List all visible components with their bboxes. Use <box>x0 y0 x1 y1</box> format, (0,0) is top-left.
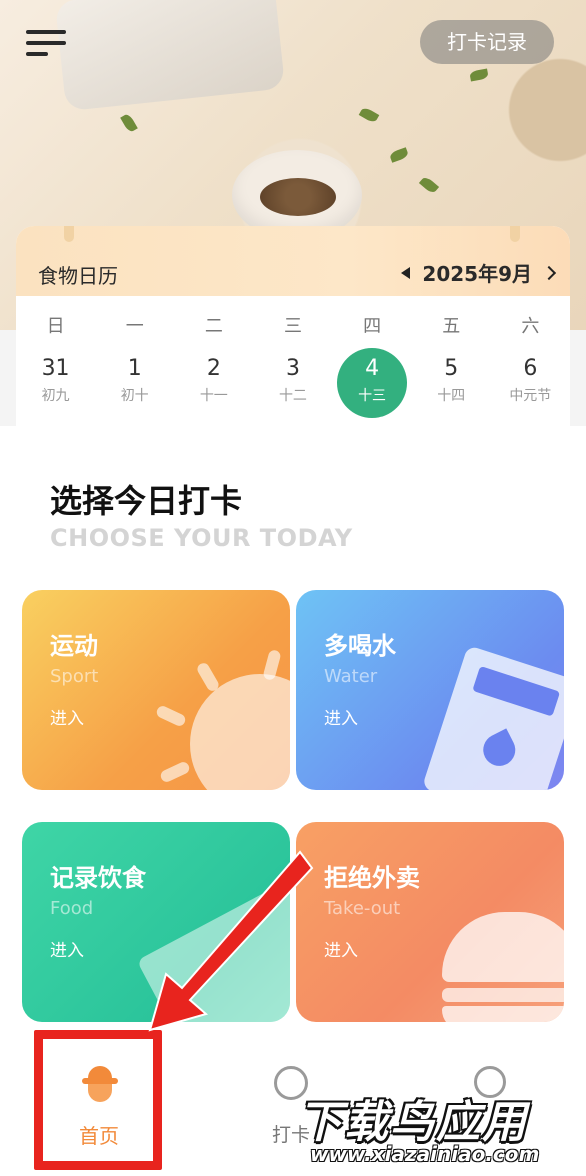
burger-bun-icon <box>442 1006 564 1022</box>
lunar-date: 初十 <box>120 388 149 404</box>
calendar-day[interactable]: 31 初九 <box>16 342 95 418</box>
calendar-day-selected[interactable]: 4 十三 <box>333 342 412 418</box>
choose-today-section: 选择今日打卡 CHOOSE YOUR TODAY 运动 Sport 进入 多喝水… <box>0 426 586 1046</box>
lunar-date: 中元节 <box>509 388 552 404</box>
lunar-date: 十三 <box>358 388 387 404</box>
calendar-title: 食物日历 <box>38 264 118 288</box>
tile-subtitle: Water <box>324 666 378 687</box>
current-month: 2025年9月 <box>422 262 532 286</box>
calendar-pin-icon <box>510 226 520 242</box>
water-drop-icon <box>477 728 521 772</box>
tile-subtitle: Food <box>50 898 94 919</box>
enter-link[interactable]: 进入 <box>324 936 358 961</box>
food-tile[interactable]: 记录饮食 Food 进入 <box>22 822 290 1022</box>
cloth-decoration <box>54 0 286 112</box>
lunar-date: 十二 <box>278 388 307 404</box>
herb-leaf-icon <box>358 106 380 124</box>
weekday-label: 二 <box>204 316 223 337</box>
sun-ray-icon <box>195 661 221 693</box>
burger-icon <box>442 912 564 982</box>
tile-title: 记录饮食 <box>50 864 146 892</box>
lunar-date: 十四 <box>437 388 466 404</box>
section-title: 选择今日打卡 <box>50 482 243 520</box>
day-row: 31 初九 1 初十 2 十一 3 十二 4 十三 5 十四 6 中元节 <box>16 342 570 418</box>
menu-icon[interactable] <box>26 30 68 56</box>
calendar-day[interactable]: 1 初十 <box>95 342 174 418</box>
watermark-url: www.xiazainiao.com <box>310 1142 540 1166</box>
watermark: 下载鸟应用 www.xiazainiao.com <box>290 1080 580 1172</box>
seeds-decoration <box>260 178 336 216</box>
calendar-header: 食物日历 2025年9月 <box>16 226 570 296</box>
tile-title: 多喝水 <box>324 632 396 660</box>
paper-plane-icon <box>136 857 290 1022</box>
sun-icon <box>190 674 290 790</box>
water-glass-icon <box>421 645 564 790</box>
calendar-day[interactable]: 5 十四 <box>412 342 491 418</box>
calendar-pin-icon <box>64 226 74 242</box>
lunar-date: 初九 <box>41 388 70 404</box>
herb-leaf-icon <box>388 147 410 163</box>
weekday-label: 三 <box>283 316 302 337</box>
day-number: 6 <box>523 356 538 381</box>
calendar-day[interactable]: 6 中元节 <box>491 342 570 418</box>
weekday-row: 日 一 二 三 四 五 六 <box>16 312 570 338</box>
calendar-day[interactable]: 3 十二 <box>253 342 332 418</box>
tile-subtitle: Sport <box>50 666 99 687</box>
weekday-label: 六 <box>521 316 540 337</box>
prev-month-icon[interactable] <box>401 266 411 279</box>
enter-link[interactable]: 进入 <box>324 704 358 729</box>
day-number: 31 <box>41 356 70 381</box>
tile-title: 拒绝外卖 <box>324 864 420 892</box>
day-number: 1 <box>127 356 142 381</box>
month-switcher: 2025年9月 <box>401 258 557 287</box>
food-calendar-card: 食物日历 2025年9月 日 一 二 三 四 五 六 31 初九 1 初十 2 … <box>16 226 570 426</box>
enter-link[interactable]: 进入 <box>50 704 84 729</box>
weekday-label: 五 <box>442 316 461 337</box>
herb-leaf-icon <box>418 175 440 195</box>
checkin-record-button[interactable]: 打卡记录 <box>420 20 554 64</box>
weekday-label: 日 <box>46 316 65 337</box>
water-tile[interactable]: 多喝水 Water 进入 <box>296 590 564 790</box>
next-month-icon[interactable] <box>541 265 557 280</box>
sun-ray-icon <box>154 704 188 728</box>
day-number: 5 <box>444 356 459 381</box>
tile-subtitle: Take-out <box>324 898 401 919</box>
herb-leaf-icon <box>469 68 489 82</box>
lunar-date: 十一 <box>199 388 228 404</box>
section-subtitle: CHOOSE YOUR TODAY <box>50 524 353 552</box>
weekday-label: 一 <box>125 316 144 337</box>
day-number: 2 <box>206 356 221 381</box>
weekday-label: 四 <box>363 316 382 337</box>
enter-link[interactable]: 进入 <box>50 936 84 961</box>
takeout-tile[interactable]: 拒绝外卖 Take-out 进入 <box>296 822 564 1022</box>
calendar-day[interactable]: 2 十一 <box>174 342 253 418</box>
sun-ray-icon <box>158 760 192 784</box>
burger-patty-icon <box>442 988 564 1002</box>
day-number: 3 <box>285 356 300 381</box>
tile-title: 运动 <box>50 632 98 660</box>
highlight-box <box>34 1030 162 1170</box>
sport-tile[interactable]: 运动 Sport 进入 <box>22 590 290 790</box>
watermark-text: 下载鸟应用 <box>298 1097 528 1148</box>
day-number: 4 <box>365 356 380 381</box>
herb-leaf-icon <box>120 112 138 134</box>
